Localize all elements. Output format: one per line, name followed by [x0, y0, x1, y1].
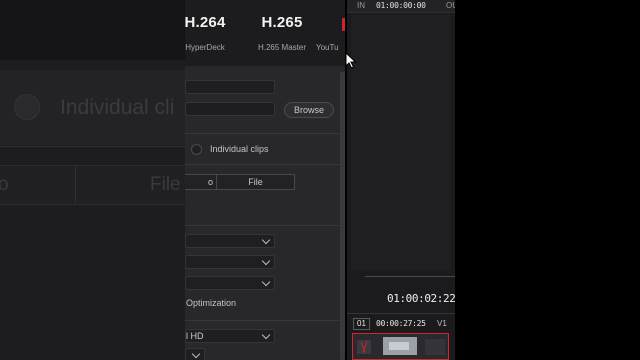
section-divider [185, 133, 345, 134]
codec-dropdown[interactable] [185, 255, 275, 269]
preset-codec [316, 14, 345, 31]
individual-clips-radio[interactable] [191, 144, 202, 155]
zoom-segment-left-text: o [0, 174, 9, 195]
out-label: OU [446, 1, 455, 10]
youtube-icon [342, 18, 345, 31]
zoom-segment-divider [75, 165, 76, 205]
render-presets-bar: H.264 HyperDeck H.265 H.265 Master YouTu [185, 0, 345, 66]
current-timecode: 01:00:02:22 [387, 292, 455, 305]
clip-thumbnail[interactable] [352, 333, 449, 360]
filename-field[interactable] [185, 80, 275, 94]
location-field[interactable] [185, 102, 275, 116]
zoom-radio-icon [14, 94, 40, 120]
render-settings-panel: H.264 HyperDeck H.265 H.265 Master YouTu… [185, 0, 345, 360]
zoom-top-band [0, 0, 185, 60]
browse-button[interactable]: Browse [284, 102, 334, 118]
scrub-bar[interactable] [365, 276, 455, 277]
chevron-down-icon [261, 256, 271, 266]
clip-duration: 00:00:27:25 [376, 319, 426, 328]
viewer-header: IN 01:00:00:00 OU [347, 0, 455, 13]
in-timecode: 01:00:00:00 [376, 1, 426, 10]
preset-hyperdeck[interactable]: H.264 HyperDeck [185, 14, 235, 52]
zoom-divider [0, 146, 185, 147]
viewer-canvas[interactable] [351, 15, 451, 270]
section-divider [185, 225, 345, 226]
optimization-label: Optimization [186, 298, 237, 308]
right-letterbox [455, 0, 640, 360]
preset-codec: H.265 [261, 14, 303, 31]
frame-rate-dropdown[interactable] [185, 348, 205, 360]
clip-track-label: V1 [437, 319, 447, 328]
zoom-segment-file-text: File [150, 174, 181, 195]
format-dropdown[interactable] [185, 234, 275, 248]
preset-youtube[interactable]: YouTu [316, 14, 345, 52]
preset-codec: H.264 [185, 14, 226, 31]
preset-h265-master[interactable]: H.265 H.265 Master [252, 14, 312, 52]
in-label: IN [357, 1, 365, 10]
zoomed-background: Individual cli o File [0, 0, 185, 360]
chevron-down-icon [261, 330, 271, 340]
type-dropdown[interactable] [185, 276, 275, 290]
mouse-cursor-icon [345, 52, 357, 69]
chevron-down-icon [261, 277, 271, 287]
segment-file-tab[interactable]: File [217, 175, 294, 189]
timeline-divider [347, 313, 455, 314]
preset-name: HyperDeck [185, 43, 225, 52]
preset-name: H.265 Master [257, 43, 307, 52]
section-divider [185, 320, 345, 321]
panel-scrollbar[interactable] [340, 72, 345, 360]
individual-clips-label: Individual clips [210, 144, 269, 154]
clip-number-badge: 01 [353, 318, 370, 330]
segment-video-tab[interactable]: o [185, 175, 215, 189]
preset-name: YouTu [316, 43, 339, 52]
clip-thumbnail-image [353, 334, 448, 359]
export-type-segment: o File [185, 174, 295, 190]
chevron-down-icon [261, 235, 271, 245]
chevron-down-icon [191, 349, 201, 359]
zoom-individual-clips-text: Individual cli [60, 96, 175, 119]
viewer-panel: IN 01:00:00:00 OU 01:00:02:22 01 00:00:2… [347, 0, 455, 360]
section-divider [185, 164, 345, 165]
resolution-dropdown[interactable]: l HD [185, 329, 275, 343]
resolution-value: l HD [186, 331, 204, 341]
